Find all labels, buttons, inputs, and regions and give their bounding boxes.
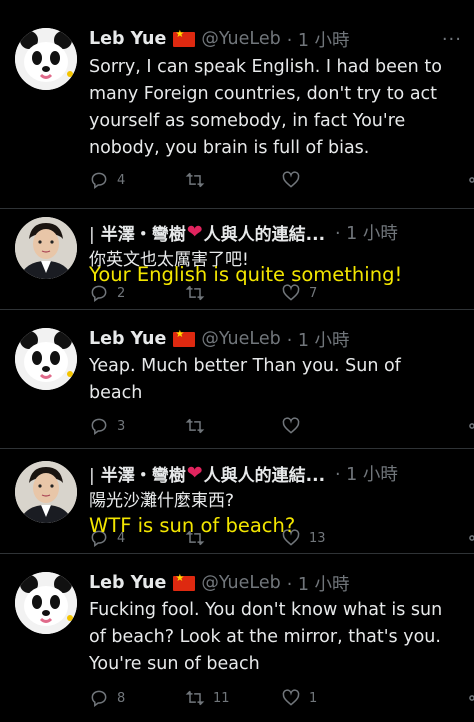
reply-count: 8 [117,690,126,706]
like-count: 1 [309,690,318,706]
tweet-actions: 3 [89,414,474,438]
timestamp[interactable]: · 1 小時 [287,327,350,352]
like-icon [282,284,300,301]
author-name[interactable]: | 半澤・彎樹 [89,461,186,486]
share-button[interactable] [467,414,474,438]
like-count: 13 [309,530,326,546]
share-icon [469,423,474,429]
reply-icon [91,172,107,189]
author-handle[interactable]: @YueLeb [201,573,280,593]
man-avatar[interactable] [15,217,77,279]
author-name[interactable]: Leb Yue [89,29,166,49]
retweet-count: 11 [213,690,230,706]
china-flag-icon [173,29,196,47]
share-button[interactable] [467,686,474,710]
share-icon [469,695,474,701]
tweet-text: 陽光沙灘什麼東西? [89,491,235,511]
tweet-1[interactable]: Leb Yue @YueLeb · 1 小時 ··· Sorry, I can … [0,0,474,208]
reply-button[interactable]: 8 [89,686,125,710]
tweet-2[interactable]: | 半澤・彎樹 ❤ 人與人的連結... · 1 小時 你英文也太厲害了吧! You… [0,209,474,309]
man-avatar[interactable] [15,461,77,523]
reply-button[interactable]: 3 [89,414,125,438]
translation-caption: Your English is quite something! [89,263,403,286]
tweet-text: Yeap. Much better Than you. Sun of beach [89,356,401,403]
retweet-icon [185,690,205,706]
timestamp[interactable]: · 1 小時 [335,461,398,486]
reply-count: 3 [117,418,126,434]
tweet-text: Fucking fool. You don't know what is sun… [89,600,443,674]
share-icon [469,535,474,541]
author-name[interactable]: Leb Yue [89,329,166,349]
red-heart-emoji: ❤ [186,221,203,243]
name-separator: | [89,465,95,486]
like-button[interactable] [281,168,309,192]
china-flag-icon [173,329,196,347]
panda-avatar[interactable] [15,28,77,90]
name-separator: | [89,224,95,245]
retweet-icon [185,285,205,301]
like-button[interactable] [281,414,309,438]
tweet-actions: 8 11 1 [89,686,474,710]
timestamp[interactable]: · 1 小時 [335,220,398,245]
panda-avatar[interactable] [15,328,77,390]
reply-icon [91,285,107,302]
author-name[interactable]: | 半澤・彎樹 [89,220,186,245]
retweet-icon [185,418,205,434]
more-icon[interactable]: ··· [442,29,462,50]
tweet-3[interactable]: Leb Yue @YueLeb · 1 小時 Yeap. Much better… [0,310,474,448]
tweet-4[interactable]: | 半澤・彎樹 ❤ 人與人的連結... · 1 小時 陽光沙灘什麼東西? WTF … [0,449,474,553]
retweet-button[interactable] [185,168,213,192]
like-icon [282,171,300,188]
tweet-5[interactable]: Leb Yue @YueLeb · 1 小時 Fucking fool. You… [0,554,474,722]
author-suffix[interactable]: 人與人的連結... [204,220,325,245]
share-icon [469,177,474,183]
tweet-text: Sorry, I can speak English. I had been t… [89,57,442,158]
translation-caption: WTF is sun of beach? [89,514,296,537]
reply-icon [91,690,107,707]
reply-count: 2 [117,285,126,301]
timestamp[interactable]: · 1 小時 [287,27,350,52]
red-heart-emoji: ❤ [186,462,203,484]
retweet-button[interactable]: 11 [185,686,230,710]
author-handle[interactable]: @YueLeb [201,29,280,49]
like-icon [282,689,300,706]
reply-count: 4 [117,172,126,188]
panda-avatar[interactable] [15,572,77,634]
author-name[interactable]: Leb Yue [89,573,166,593]
retweet-icon [185,172,205,188]
like-icon [282,417,300,434]
share-button[interactable] [467,168,474,192]
author-suffix[interactable]: 人與人的連結... [204,461,325,486]
retweet-button[interactable] [185,414,213,438]
china-flag-icon [173,573,196,591]
tweet-actions: 4 [89,168,474,192]
like-count: 7 [309,285,318,301]
timestamp[interactable]: · 1 小時 [287,571,350,596]
reply-button[interactable]: 4 [89,168,125,192]
reply-icon [91,418,107,435]
share-button[interactable] [467,526,474,550]
like-button[interactable]: 1 [281,686,317,710]
author-handle[interactable]: @YueLeb [201,329,280,349]
